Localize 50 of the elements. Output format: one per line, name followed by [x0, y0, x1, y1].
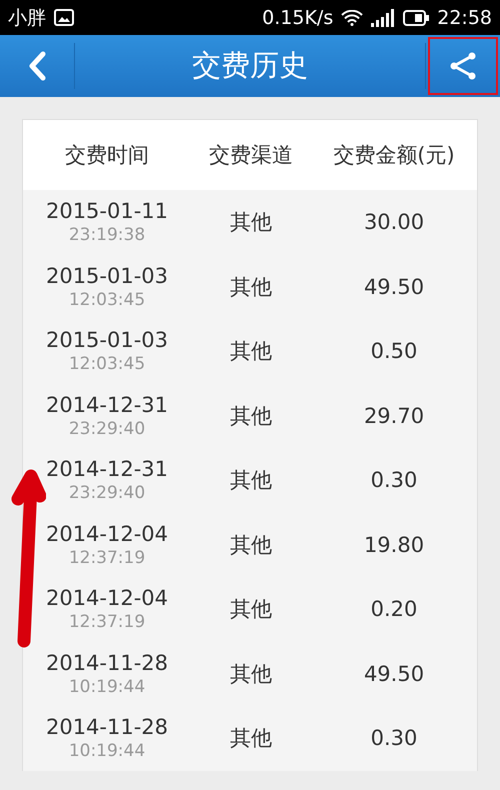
- payment-time: 12:37:19: [68, 612, 146, 632]
- payment-date: 2015-01-11: [46, 199, 168, 224]
- column-header: 交费渠道: [208, 142, 294, 169]
- payment-time: 10:19:44: [68, 741, 146, 762]
- channel-cell-text: 其他: [229, 467, 273, 494]
- amount-cell-text: 49.50: [362, 274, 426, 299]
- column-header: 交费时间: [64, 142, 150, 169]
- channel-cell-text: 其他: [229, 338, 273, 366]
- amount-cell-text: 0.20: [370, 597, 418, 622]
- payment-date: 2015-01-03: [46, 264, 168, 288]
- wifi-icon: [341, 10, 364, 26]
- payment-date: 2014-11-28: [46, 715, 168, 740]
- payment-time: 23:19:38: [68, 225, 146, 246]
- page-title: 交费历史: [191, 47, 309, 84]
- payment-date: 2014-12-04: [46, 522, 168, 546]
- payment-date: 2014-12-31: [46, 457, 168, 482]
- payment-date: 2014-12-31: [46, 392, 168, 417]
- payment-time: 12:03:45: [68, 290, 146, 310]
- network-speed: 0.15K/s: [262, 6, 334, 28]
- channel-cell-text: 其他: [229, 402, 273, 430]
- payment-time: 10:19:44: [68, 676, 146, 697]
- channel-cell-text: 其他: [229, 274, 273, 301]
- amount-cell-text: 0.30: [370, 468, 418, 492]
- payment-time: 23:29:40: [68, 418, 146, 439]
- column-header: 交费金额(元): [332, 142, 456, 169]
- payment-date: 2015-01-03: [46, 328, 168, 352]
- signal-icon: [371, 8, 396, 26]
- channel-cell-text: 其他: [229, 596, 273, 624]
- share-icon: [448, 51, 478, 81]
- payment-date: 2014-11-28: [46, 650, 168, 675]
- payment-date: 2014-12-04: [46, 586, 168, 610]
- app-name: 小胖: [8, 6, 46, 30]
- payment-time: 12:37:19: [68, 548, 146, 568]
- channel-cell-text: 其他: [229, 532, 273, 559]
- share-button[interactable]: [426, 35, 500, 97]
- channel-cell-text: 其他: [229, 209, 273, 236]
- channel-cell-text: 其他: [229, 725, 273, 752]
- payment-time: 23:29:40: [68, 483, 146, 504]
- battery-icon: [403, 10, 430, 26]
- amount-cell-text: 49.50: [362, 662, 426, 686]
- amount-cell-text: 30.00: [362, 210, 426, 234]
- clock: 22:58: [437, 6, 492, 28]
- back-icon: [27, 51, 47, 81]
- amount-cell-text: 0.30: [370, 726, 418, 750]
- amount-cell-text: 29.70: [362, 404, 426, 428]
- channel-cell-text: 其他: [229, 660, 273, 688]
- image-icon: [54, 9, 74, 26]
- amount-cell-text: 0.50: [370, 339, 418, 364]
- payment-time: 12:03:45: [68, 354, 146, 374]
- amount-cell-text: 19.80: [362, 532, 426, 557]
